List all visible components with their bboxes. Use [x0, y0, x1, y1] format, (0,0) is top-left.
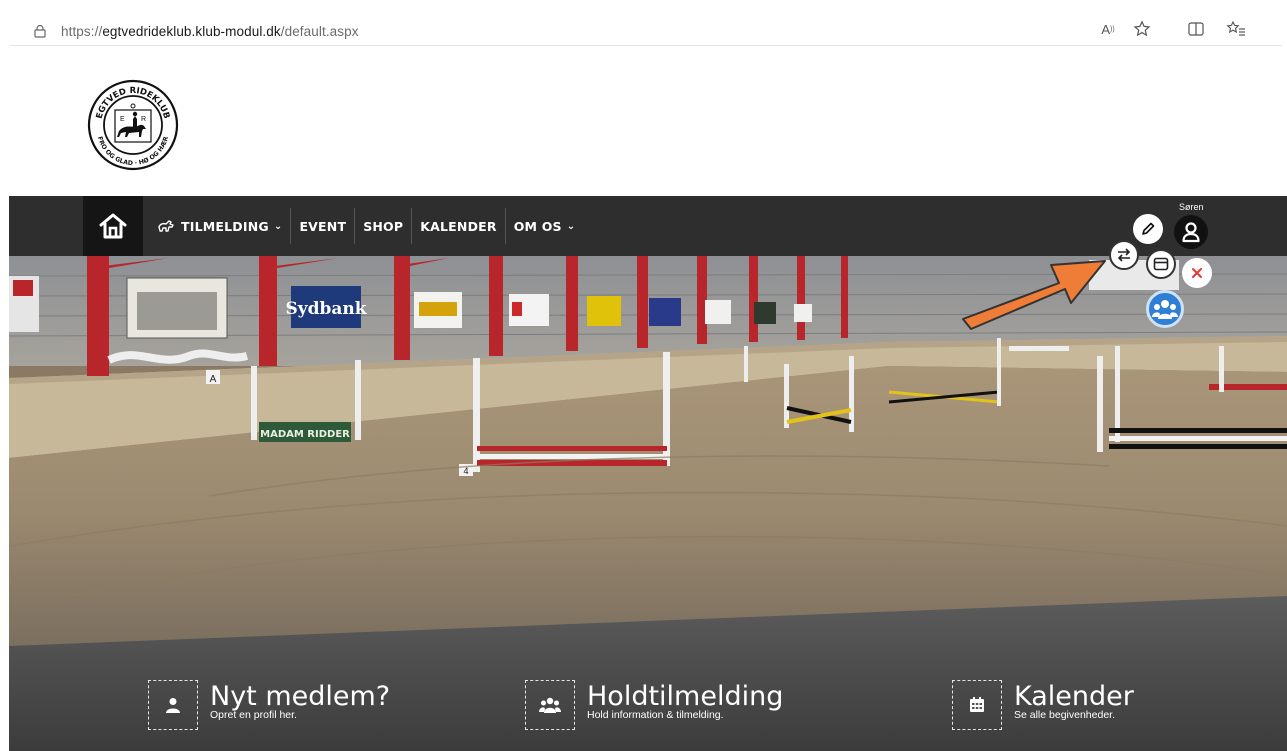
chevron-down-icon: ⌄	[273, 220, 283, 232]
annotation-arrow	[962, 260, 1106, 330]
group-icon	[539, 697, 561, 713]
edit-button[interactable]	[1133, 214, 1163, 244]
card-icon	[1153, 257, 1169, 271]
nav-item-tilmelding[interactable]: TILMELDING ⌄	[149, 214, 290, 238]
quicklink-icon-box	[525, 680, 575, 730]
user-icon	[1182, 222, 1200, 243]
nav-item-om-os[interactable]: OM OS ⌄	[506, 214, 584, 238]
quicklink-title: Holdtilmelding	[587, 681, 784, 712]
read-aloud-icon[interactable]: A))	[1098, 19, 1118, 39]
home-icon	[99, 213, 127, 239]
quicklink-title: Kalender	[1014, 681, 1134, 712]
user-name: Søren	[1179, 202, 1204, 212]
page-root: { "browser": { "url_scheme": "https://",…	[0, 0, 1287, 751]
close-icon	[1192, 268, 1202, 278]
chevron-down-icon: ⌄	[566, 220, 576, 232]
lock-icon[interactable]	[34, 25, 46, 38]
home-button[interactable]	[83, 196, 143, 256]
community-button[interactable]	[1146, 290, 1184, 328]
swap-arrows-icon	[1117, 248, 1131, 262]
banner-madam-ridder: MADAM RIDDER	[260, 429, 350, 440]
banner-sydbank: Sydbank	[285, 299, 367, 319]
club-logo[interactable]: EGTVED RIDEKLUB FRO OG GLAD · HØ OG HÆR …	[81, 79, 185, 171]
calendar-icon	[970, 697, 984, 712]
nav-item-kalender[interactable]: KALENDER	[412, 214, 504, 238]
nav-item-shop[interactable]: SHOP	[355, 214, 411, 238]
logo-letter-r: R	[141, 116, 146, 123]
community-icon	[1152, 300, 1178, 319]
person-icon	[166, 698, 180, 713]
card-button[interactable]	[1146, 249, 1176, 279]
close-button[interactable]	[1182, 258, 1212, 288]
split-screen-icon[interactable]	[1186, 19, 1206, 39]
url-field[interactable]: https://egtvedrideklub.klub-modul.dk/def…	[10, 13, 1160, 43]
quicklink-holdtilmelding[interactable]: Holdtilmelding Hold information & tilmel…	[525, 680, 783, 730]
browser-address-bar: https://egtvedrideklub.klub-modul.dk/def…	[10, 10, 1282, 46]
favorites-list-icon[interactable]	[1226, 19, 1246, 39]
user-profile-button[interactable]	[1174, 215, 1208, 249]
pencil-icon	[1142, 222, 1155, 235]
quicklink-icon-box	[148, 680, 198, 730]
horse-icon	[158, 220, 174, 232]
logo-letter-e: E	[120, 116, 125, 123]
quicklink-nyt-medlem[interactable]: Nyt medlem? Opret en profil her.	[148, 680, 390, 730]
quicklink-title: Nyt medlem?	[210, 681, 391, 712]
url-text[interactable]: https://egtvedrideklub.klub-modul.dk/def…	[61, 24, 359, 39]
favorite-star-icon[interactable]	[1132, 19, 1152, 39]
nav-item-event[interactable]: EVENT	[291, 214, 354, 238]
quicklink-icon-box	[952, 680, 1002, 730]
quicklink-kalender[interactable]: Kalender Se alle begivenheder.	[952, 680, 1134, 730]
arena-marker-a: A	[210, 374, 217, 385]
